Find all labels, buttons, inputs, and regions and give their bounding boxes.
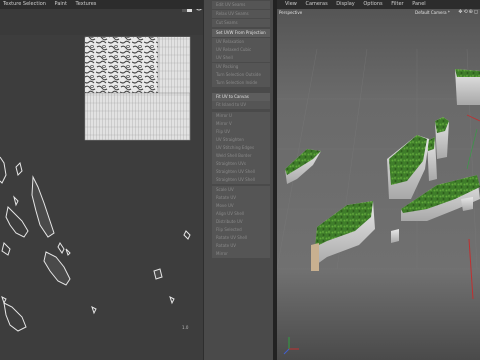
uv-texture-tile	[84, 36, 191, 141]
tool-align-uv-shell[interactable]: Align UV Shell	[212, 210, 270, 218]
tool-flip-uv[interactable]: Flip UV	[212, 128, 270, 136]
tool-uv-relaxed-cubic[interactable]: UV Relaxed Cubic	[212, 46, 270, 54]
tool-cut-seams[interactable]: Cut Seams	[212, 19, 270, 27]
tool-mirror-u[interactable]: Mirror U	[212, 112, 270, 120]
tool-straighten-uvs[interactable]: Straighten UVs	[212, 160, 270, 168]
tool-set-uvw-from-projection[interactable]: Set UVW From Projection	[212, 29, 270, 37]
tool-flip-selected[interactable]: Flip Selected	[212, 226, 270, 234]
uv-toolbar	[0, 9, 203, 35]
uv-tools-panel: Edit UV Seams Relax UV Seams Cut Seams S…	[203, 0, 275, 360]
viewport-name-label: Perspective	[279, 10, 303, 15]
target-icon[interactable]	[196, 9, 202, 11]
uv-canvas[interactable]: 1.0	[0, 35, 203, 360]
uv-editor-menubar: Texture Selection Paint Textures	[0, 0, 203, 9]
uv-editor-panel: 1.0	[0, 9, 203, 360]
tool-move-uv[interactable]: Move UV	[212, 202, 270, 210]
menu-display[interactable]: Display	[336, 1, 354, 7]
tool-uv-straighten[interactable]: UV Straighten	[212, 136, 270, 144]
menu-cameras[interactable]: Cameras	[305, 1, 327, 7]
tool-relax-uv-seams[interactable]: Relax UV Seams	[212, 10, 270, 18]
tool-mirror[interactable]: Mirror	[212, 250, 270, 258]
3d-viewport[interactable]: Perspective Default Camera * ✥⟲⊕◻	[277, 9, 480, 360]
tool-edit-uv-seams[interactable]: Edit UV Seams	[212, 1, 270, 9]
tool-rotate-uv[interactable]: Rotate UV	[212, 194, 270, 202]
tool-uv-stitching-edges[interactable]: UV Stitching Edges	[212, 144, 270, 152]
tool-distribute-uv[interactable]: Distribute UV	[212, 218, 270, 226]
menu-options[interactable]: Options	[363, 1, 382, 7]
camera-label[interactable]: Default Camera *	[415, 10, 450, 15]
tool-rotate-uv-2[interactable]: Rotate UV	[212, 242, 270, 250]
menu-panel[interactable]: Panel	[412, 1, 426, 7]
tool-fit-uv-to-canvas[interactable]: Fit UV to Canvas	[212, 93, 270, 101]
tool-scale-uv[interactable]: Scale UV	[212, 186, 270, 194]
tool-uv-packing[interactable]: UV Packing	[212, 63, 270, 71]
tool-turn-selection-inside[interactable]: Turn Selection Inside	[212, 79, 270, 87]
tool-turn-selection-outside[interactable]: Turn Selection Outside	[212, 71, 270, 79]
tool-straighten-uv-shell[interactable]: Straighten UV Shell	[212, 168, 270, 176]
viewport-menubar: View Cameras Display Options Filter Pane…	[277, 0, 480, 9]
menu-texture-selection[interactable]: Texture Selection	[3, 1, 46, 7]
tool-uv-relaxation[interactable]: UV Relaxation	[212, 38, 270, 46]
menu-view[interactable]: View	[285, 1, 297, 7]
tool-fit-island-to-uv[interactable]: Fit Island to UV	[212, 101, 270, 109]
menu-textures[interactable]: Textures	[76, 1, 97, 7]
tool-weld-shell-border[interactable]: Weld Shell Border	[212, 152, 270, 160]
tool-uv-shell[interactable]: UV Shell	[212, 54, 270, 62]
tool-mirror-v[interactable]: Mirror V	[212, 120, 270, 128]
uv-island-outlines	[0, 156, 191, 332]
tool-rotate-uv-shell[interactable]: Rotate UV Shell	[212, 234, 270, 242]
menu-paint[interactable]: Paint	[55, 1, 67, 7]
menu-filter[interactable]: Filter	[391, 1, 403, 7]
tool-straighten-uv-shell-2[interactable]: Straighten UV Shell	[212, 176, 270, 184]
viewport-nav-icons[interactable]: ✥⟲⊕◻	[458, 9, 479, 15]
uv-corner-label: 1.0	[182, 325, 189, 330]
checkerboard-icon[interactable]	[182, 9, 192, 12]
